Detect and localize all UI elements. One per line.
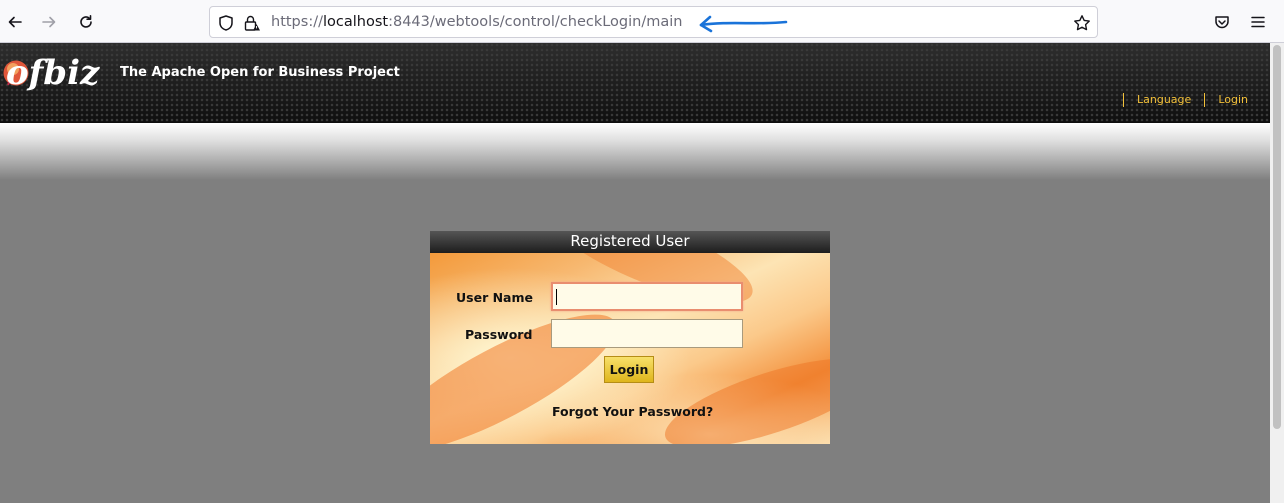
login-panel-title: Registered User: [430, 231, 830, 253]
star-bookmark-icon[interactable]: [1073, 14, 1091, 32]
scrollbar-thumb[interactable]: [1273, 45, 1281, 429]
url-text[interactable]: https://localhost:8443/webtools/control/…: [271, 14, 682, 30]
hamburger-menu-icon: [1251, 16, 1265, 28]
back-arrow-icon: [8, 16, 22, 28]
text-caret: [556, 289, 557, 305]
login-panel: Registered User User Name Password Login…: [430, 231, 830, 444]
reload-icon: [80, 15, 92, 28]
username-label: User Name: [456, 290, 533, 305]
header-gradient-band: [0, 123, 1270, 180]
url-host: localhost: [322, 14, 389, 30]
shield-icon[interactable]: [217, 14, 235, 32]
ofbiz-logo[interactable]: ofbiz: [2, 51, 106, 95]
login-link[interactable]: Login: [1204, 93, 1248, 107]
pocket-icon: [1215, 16, 1229, 29]
browser-toolbar: https://localhost:8443/webtools/control/…: [0, 0, 1284, 43]
back-button[interactable]: [1, 8, 29, 36]
site-tagline: The Apache Open for Business Project: [120, 65, 400, 80]
page-scrollbar[interactable]: [1270, 43, 1284, 503]
menu-button[interactable]: [1244, 8, 1272, 36]
reload-button[interactable]: [72, 8, 100, 36]
url-path: :8443/webtools/control/checkLogin/main: [388, 14, 683, 30]
language-link[interactable]: Language: [1123, 93, 1204, 107]
password-input[interactable]: [551, 319, 743, 348]
forward-button[interactable]: [35, 8, 63, 36]
pocket-button[interactable]: [1208, 8, 1236, 36]
login-panel-body: User Name Password Login Forgot Your Pas…: [430, 253, 830, 444]
password-label: Password: [465, 327, 533, 342]
url-scheme: https://: [271, 14, 323, 30]
forgot-password-link[interactable]: Forgot Your Password?: [552, 404, 713, 419]
lock-warning-icon[interactable]: [243, 14, 261, 32]
forward-arrow-icon: [42, 16, 56, 28]
header-links: Language Login: [1123, 93, 1248, 107]
url-bar[interactable]: https://localhost:8443/webtools/control/…: [209, 6, 1098, 38]
logo-text: ofbiz: [6, 53, 100, 93]
username-input[interactable]: [551, 282, 743, 311]
annotation-arrow-icon: [699, 15, 788, 33]
app-header: ofbiz The Apache Open for Business Proje…: [0, 43, 1270, 123]
login-submit-button[interactable]: Login: [604, 356, 654, 383]
